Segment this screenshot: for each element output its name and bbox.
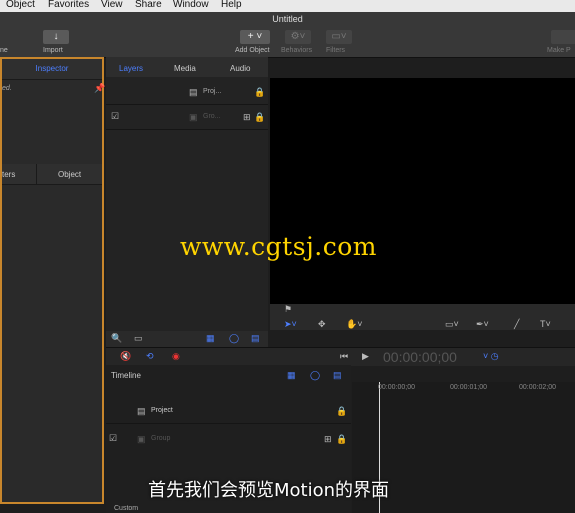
playhead-marker-icon[interactable]: ⚑: [284, 304, 292, 315]
checkbox-icon[interactable]: ☑: [111, 111, 119, 122]
tab-media[interactable]: Media: [174, 64, 196, 73]
add-object-button[interactable]: + ˅: [240, 30, 270, 44]
layer-row-project[interactable]: ▤ Proj... 🔒: [106, 80, 268, 105]
loop-icon[interactable]: ⟲: [146, 351, 154, 362]
behaviors-label: Behaviors: [281, 47, 313, 54]
filters-label: Filters: [326, 47, 346, 54]
layers-footer: 🔍 ▭ ▦ ◯ ▤: [106, 331, 268, 347]
ruler-tick-label: 00:00:00;00: [378, 384, 415, 391]
go-to-start-icon[interactable]: ⏮: [340, 351, 348, 362]
layer-row-group[interactable]: ☑ ▣ Gro... ⊞ 🔒: [106, 105, 268, 130]
group-icon: ▣: [189, 112, 198, 122]
clock-icon[interactable]: ˅ ◷: [483, 351, 499, 362]
blend-icon[interactable]: ⊞: [243, 112, 251, 123]
circle-icon[interactable]: ◯: [310, 370, 320, 381]
lock-icon[interactable]: 🔒: [336, 406, 347, 417]
blend-icon[interactable]: ⊞: [324, 434, 332, 445]
pen-tool-icon[interactable]: ✒˅: [476, 319, 489, 330]
grid-icon[interactable]: ▦: [206, 333, 215, 344]
tab-filters[interactable]: ters: [2, 170, 15, 179]
import-icon: ↓: [53, 31, 59, 42]
menu-share[interactable]: Share: [135, 0, 162, 10]
grid-icon[interactable]: ▦: [287, 370, 296, 381]
inspector-note: ed.: [2, 85, 12, 92]
tab-audio[interactable]: Audio: [230, 64, 250, 73]
record-icon[interactable]: ◉: [172, 351, 180, 362]
import-button[interactable]: ↓: [43, 30, 69, 44]
menu-help[interactable]: Help: [221, 0, 242, 10]
menu-object[interactable]: Object: [6, 0, 35, 10]
circle-icon[interactable]: ◯: [229, 333, 239, 344]
layers-panel: Layers Media Audio ▤ Proj... 🔒 ☑ ▣ Gro..…: [106, 57, 268, 347]
paint-tool-icon[interactable]: ╱: [514, 319, 519, 330]
toolbar: Untitled ne ↓ Import + ˅ Add Object ⚙˅ B…: [0, 12, 575, 58]
layer-group-label: Gro...: [203, 113, 221, 120]
hand-tool-icon[interactable]: ✋˅: [346, 319, 362, 330]
overlay-icon[interactable]: ▤: [251, 333, 260, 344]
document-icon: ▤: [189, 87, 198, 97]
pin-icon[interactable]: 📌: [94, 83, 105, 94]
transport-bar: 🔇 ⟲ ◉ ⏮ ▶ 00:00:00;00 ˅ ◷: [106, 347, 575, 366]
text-tool-icon[interactable]: T˅: [540, 319, 551, 329]
tab-object[interactable]: Object: [58, 170, 81, 179]
timeline-row-group[interactable]: ☑ ▣ Group ⊞ 🔒: [106, 427, 351, 451]
document-icon: ▤: [137, 406, 146, 416]
filters-button[interactable]: ▭˅: [326, 30, 352, 44]
select-tool-icon[interactable]: ➤˅: [284, 319, 297, 330]
menu-favorites[interactable]: Favorites: [48, 0, 89, 10]
viewer-toolbar: ⚑ ➤˅ ✥ ✋˅ ▭˅ ✒˅ ╱ T˅: [270, 304, 575, 330]
timeline-group-label: Group: [151, 435, 171, 442]
plus-icon: + ˅: [247, 31, 263, 42]
timeline-title: Timeline: [111, 371, 141, 380]
tab-divider: [36, 164, 37, 184]
transform-tool-icon[interactable]: ✥: [318, 319, 326, 330]
gear-icon: ⚙˅: [290, 31, 306, 42]
group-icon: ▣: [137, 434, 146, 444]
thumbnail-icon[interactable]: ▭: [134, 333, 143, 344]
layers-tabbar: Layers Media Audio: [106, 57, 268, 77]
behaviors-button[interactable]: ⚙˅: [285, 30, 311, 44]
inspector-tabs: ters Object: [2, 164, 102, 185]
menu-bar: Object Favorites View Share Window Help: [0, 0, 575, 12]
timeline-row-project[interactable]: ▤ Project 🔒: [106, 399, 351, 424]
lock-icon[interactable]: 🔒: [254, 112, 265, 123]
timeline-project-label: Project: [151, 407, 173, 414]
checkbox-icon[interactable]: ☑: [109, 433, 117, 444]
menu-view[interactable]: View: [101, 0, 123, 10]
inspector-panel: Inspector ed. 📌 ters Object: [0, 57, 105, 504]
search-icon[interactable]: 🔍: [111, 333, 122, 344]
lock-icon[interactable]: 🔒: [336, 434, 347, 445]
layer-project-label: Proj...: [203, 88, 222, 95]
play-icon[interactable]: ▶: [362, 351, 369, 362]
tab-layers[interactable]: Layers: [119, 64, 143, 73]
menu-window[interactable]: Window: [173, 0, 209, 10]
shape-tool-icon[interactable]: ▭˅: [445, 319, 459, 330]
add-object-label: Add Object: [235, 47, 270, 54]
timeline-footer-label[interactable]: Custom: [114, 505, 138, 512]
import-label: Import: [43, 47, 63, 54]
toolbar-left-label: ne: [0, 47, 8, 54]
ruler-tick-label: 00:00:02;00: [519, 384, 556, 391]
watermark: www.cgtsj.com: [180, 232, 378, 261]
overlay-icon[interactable]: ▤: [333, 370, 342, 381]
canvas-viewer[interactable]: [270, 78, 575, 304]
filter-icon: ▭˅: [331, 31, 347, 42]
window-title: Untitled: [272, 14, 303, 24]
ruler-tick-label: 00:00:01;00: [450, 384, 487, 391]
lock-icon[interactable]: 🔒: [254, 87, 265, 98]
make-label: Make P: [547, 47, 571, 54]
inspector-title[interactable]: Inspector: [2, 59, 102, 80]
mute-icon[interactable]: 🔇: [120, 351, 131, 362]
timecode-display[interactable]: 00:00:00;00: [383, 349, 457, 365]
make-button[interactable]: [551, 30, 575, 44]
video-subtitle: 首先我们会预览Motion的界面: [148, 480, 390, 501]
